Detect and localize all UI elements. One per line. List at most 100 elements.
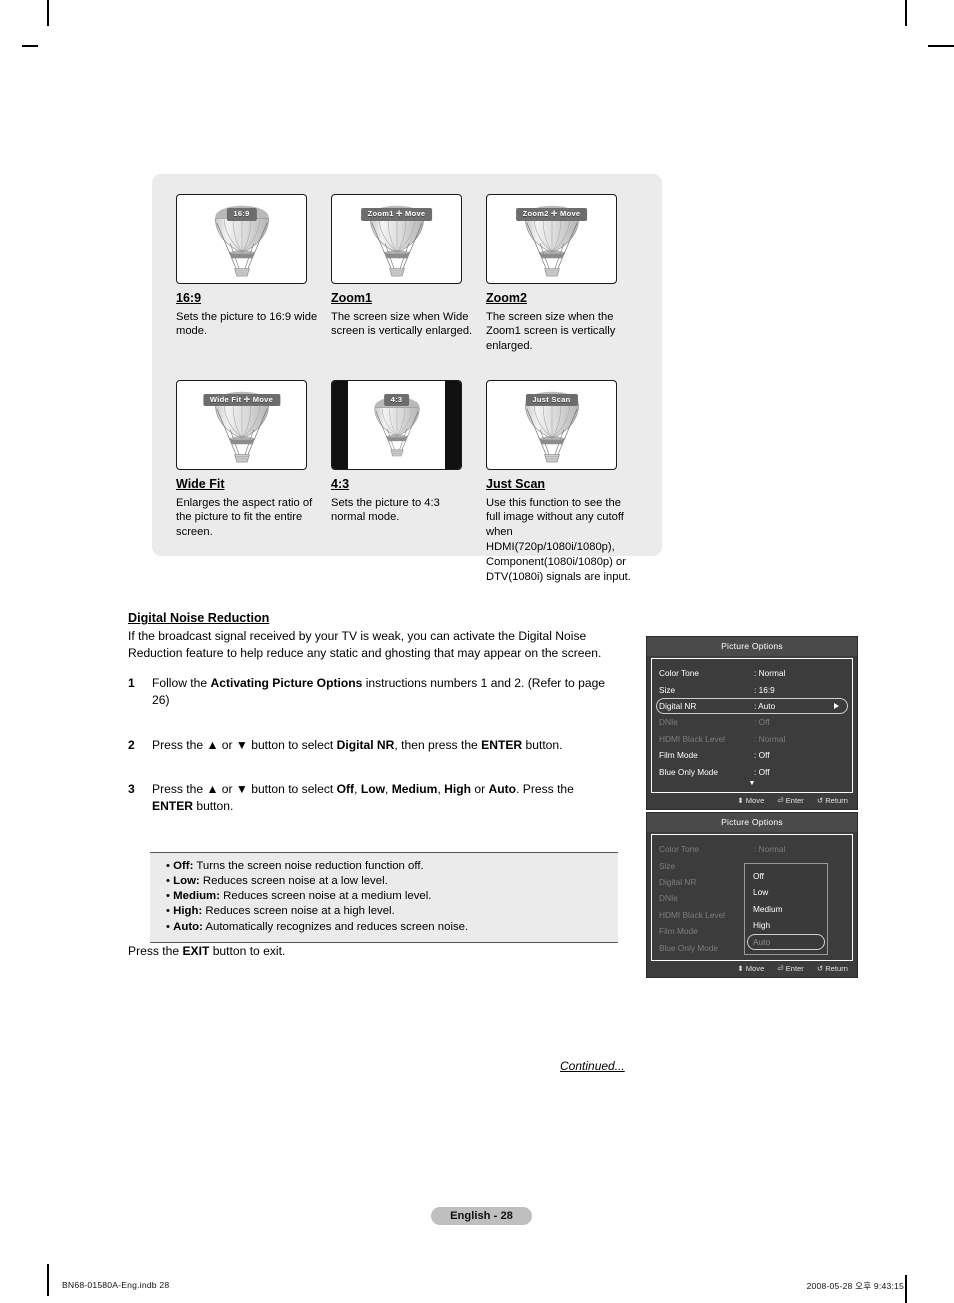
picture-size-option-4-3: 4:3 4:3 Sets the picture to 4:3 normal mod… [331, 379, 486, 584]
osd-item-value: : Normal [754, 668, 786, 679]
chevron-right-icon[interactable] [834, 702, 839, 709]
step-text: Press the ▲ or ▼ button to select Digita… [152, 737, 563, 752]
digital-noise-reduction-section: Digital Noise Reduction If the broadcast… [128, 611, 618, 827]
option-name: High: [173, 905, 203, 918]
osd-menu-item[interactable]: Blue Only Mode : Off [652, 763, 852, 779]
osd-menu-item[interactable]: DNIe : Off [652, 714, 852, 730]
return-hint-2: ↺ Return [816, 963, 848, 973]
digital-nr-dropdown[interactable]: Off Low Medium High Auto [744, 863, 828, 955]
picture-size-option-16-9: 16:9 16:9 Sets the picture to 16:9 wide mo… [176, 194, 331, 354]
exit-instruction-line: Press the EXIT button to exit. [128, 944, 286, 958]
print-timestamp: 2008-05-28 오후 9:43:15 [806, 1281, 904, 1291]
move-hint-1: ⬍ Move [737, 795, 765, 805]
enter-hint-2: ⏎ Enter [777, 963, 804, 973]
dropdown-option-label: High [753, 920, 771, 931]
osd-item-value: : Normal [754, 733, 786, 744]
dropdown-option[interactable]: Low [745, 884, 827, 900]
option-description-item: • Auto: Automatically recognizes and red… [150, 920, 618, 935]
enter-key-icon: ⏎ [777, 795, 784, 805]
enter-hint-1: ⏎ Enter [777, 795, 804, 805]
picture-size-description: Sets the picture to 4:3 normal mode. [331, 496, 440, 524]
osd-item-label: Blue Only Mode [659, 942, 719, 953]
picture-size-description: The screen size when the Zoom1 screen is… [486, 310, 616, 353]
osd-footer-1: ⬍ Move ⏎ Enter ↺ Return [647, 792, 857, 809]
osd-menu-item[interactable]: Digital NR : Auto [652, 697, 852, 715]
option-text: Automatically recognizes and reduces scr… [202, 920, 469, 933]
picture-size-description: The screen size when Wide screen is vert… [331, 310, 473, 338]
crop-mark-top-left-vertical [47, 0, 49, 26]
option-text: Turns the screen noise reduction functio… [193, 860, 424, 872]
option-descriptions-list: • Off: Turns the screen noise reduction … [150, 859, 618, 935]
osd-item-label: Film Mode [659, 926, 698, 937]
option-description-item: • Off: Turns the screen noise reduction … [150, 859, 618, 874]
step-number: 2 [128, 737, 135, 752]
dropdown-option[interactable]: Off [745, 868, 827, 884]
enter-key-icon: ⏎ [777, 963, 784, 973]
option-text: Reduces screen noise at a medium level. [219, 890, 432, 903]
osd-mode-tag: Zoom2 ✛ Move [515, 208, 588, 221]
tv-preview-thumbnail: Zoom1 ✛ Move [331, 194, 462, 284]
osd-item-label: Film Mode [659, 750, 698, 761]
osd-mode-tag: Just Scan [525, 393, 578, 407]
crop-mark-top-right-vertical [905, 0, 907, 26]
osd-title-2: Picture Options [647, 813, 857, 832]
page-number-badge: English - 28 [431, 1207, 532, 1225]
picture-size-options-panel: 16:9 16:9 Sets the picture to 16:9 wide mo… [152, 174, 662, 583]
tv-preview-thumbnail: Wide Fit ✛ Move [176, 379, 307, 470]
osd-mode-tag: Zoom1 ✛ Move [360, 208, 433, 221]
osd-mode-tag: 16:9 [226, 208, 257, 221]
instruction-step: 1 Follow the Activating Picture Options i… [128, 675, 618, 708]
osd-menu-item[interactable]: HDMI Black Level : Normal [652, 731, 852, 747]
osd-item-value: : Auto [754, 700, 776, 711]
dropdown-option-label: Off [753, 871, 764, 881]
picture-size-title: Wide Fit [176, 476, 225, 491]
scroll-down-icon[interactable]: ▼ [652, 780, 852, 788]
osd-item-label: Digital NR [659, 700, 697, 711]
dropdown-option-label: Low [753, 887, 769, 898]
instruction-step: 2 Press the ▲ or ▼ button to select Digit… [128, 737, 618, 754]
tv-preview-thumbnail: 16:9 [176, 194, 307, 284]
option-descriptions-note-box: • Off: Turns the screen noise reduction … [150, 852, 618, 943]
osd-item-value: : Off [754, 766, 770, 777]
tv-preview-thumbnail: Just Scan [486, 379, 617, 470]
option-name: Off: [173, 860, 194, 872]
osd-item-label: Color Tone [659, 844, 699, 855]
dropdown-option-label: Medium [753, 903, 783, 914]
osd-screenshot-picture-options-1: Picture Options Color Tone: Normal Size: … [646, 636, 858, 810]
option-description-item: • Medium: Reduces screen noise at a medi… [150, 889, 618, 904]
osd-body-1: Color Tone: Normal Size: 16:9 Digital NR : … [651, 658, 853, 793]
osd-item-label: HDMI Black Level [659, 733, 725, 744]
continued-label: Continued... [560, 1059, 625, 1073]
picture-size-option-just-scan: Just Scan Just Scan Use this function to s… [486, 379, 641, 584]
osd-screenshot-picture-options-2: Picture Options Color Tone : Normal Size : … [646, 812, 858, 978]
osd-item-label: Digital NR [659, 876, 697, 887]
osd-item-label: Blue Only Mode [659, 766, 719, 777]
picture-size-description: Sets the picture to 16:9 wide mode. [176, 310, 318, 338]
updown-arrows-icon: ⬍ [737, 963, 744, 973]
picture-size-title: Just Scan [486, 476, 546, 491]
step-number: 1 [128, 676, 135, 691]
osd-item-label: DNIe [659, 717, 678, 728]
option-text: Reduces screen noise at a low level. [199, 875, 388, 888]
option-text: Reduces screen noise at a high level. [202, 905, 395, 918]
tv-preview-thumbnail: Zoom2 ✛ Move [486, 194, 617, 284]
step-text: Follow the Activating Picture Options in… [152, 676, 606, 708]
osd-body-2: Color Tone: NormalSize: 16:9Digital NR:D… [651, 834, 853, 961]
osd-menu-item[interactable]: Film Mode: Off [652, 747, 852, 763]
picture-size-description: Use this function to see the full image … [486, 496, 631, 583]
osd-item-label: Size [659, 860, 676, 871]
dropdown-option[interactable]: Medium [745, 901, 827, 917]
osd-menu-item[interactable]: Color Tone : Normal [652, 841, 852, 857]
option-name: Low: [173, 875, 200, 888]
osd-menu-item[interactable]: Color Tone: Normal [652, 665, 852, 681]
dropdown-option[interactable]: High [745, 917, 827, 933]
step-text: Press the ▲ or ▼ button to select Off, L… [152, 782, 574, 814]
osd-item-value: : Normal [754, 844, 786, 855]
picture-size-option-zoom2: Zoom2 ✛ Move Zoom2 The screen size when th… [486, 194, 641, 354]
crop-mark-top-right-horizontal [928, 45, 954, 47]
option-name: Auto: [173, 920, 203, 933]
osd-menu-item[interactable]: Size: 16:9 [652, 681, 852, 697]
dropdown-option[interactable]: Auto [745, 933, 827, 950]
osd-item-value: : Off [754, 717, 770, 728]
print-file-name: BN68-01580A-Eng.indb 28 [62, 1280, 170, 1290]
